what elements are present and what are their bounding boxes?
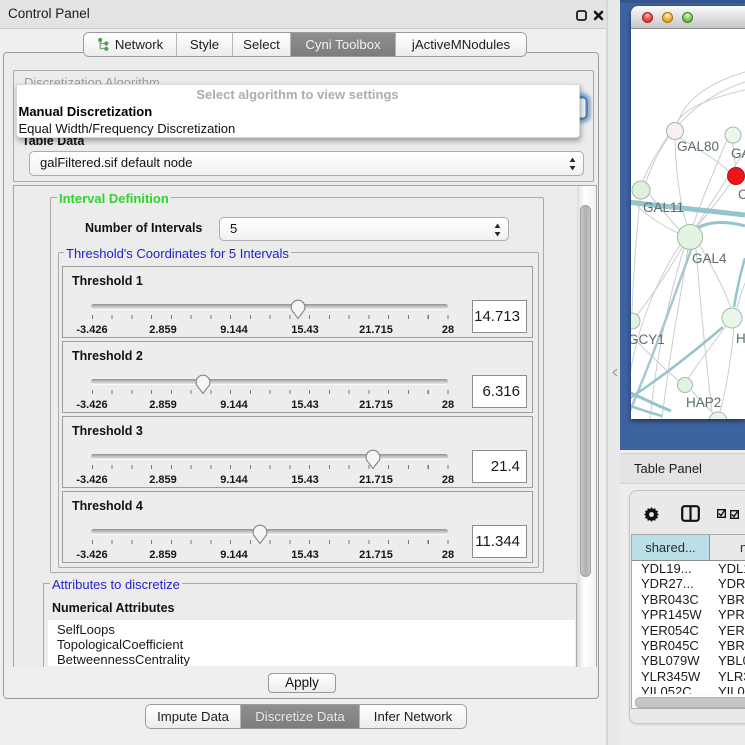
svg-text:C: C	[738, 187, 745, 202]
svg-text:GCY1: GCY1	[631, 332, 665, 347]
svg-text:GAL11: GAL11	[643, 200, 684, 215]
svg-text:GA: GA	[731, 146, 745, 161]
svg-text:HS: HS	[736, 331, 745, 346]
svg-text:HAP2: HAP2	[686, 395, 721, 410]
svg-text:GAL80: GAL80	[677, 139, 719, 154]
svg-text:GAL4: GAL4	[692, 251, 727, 266]
